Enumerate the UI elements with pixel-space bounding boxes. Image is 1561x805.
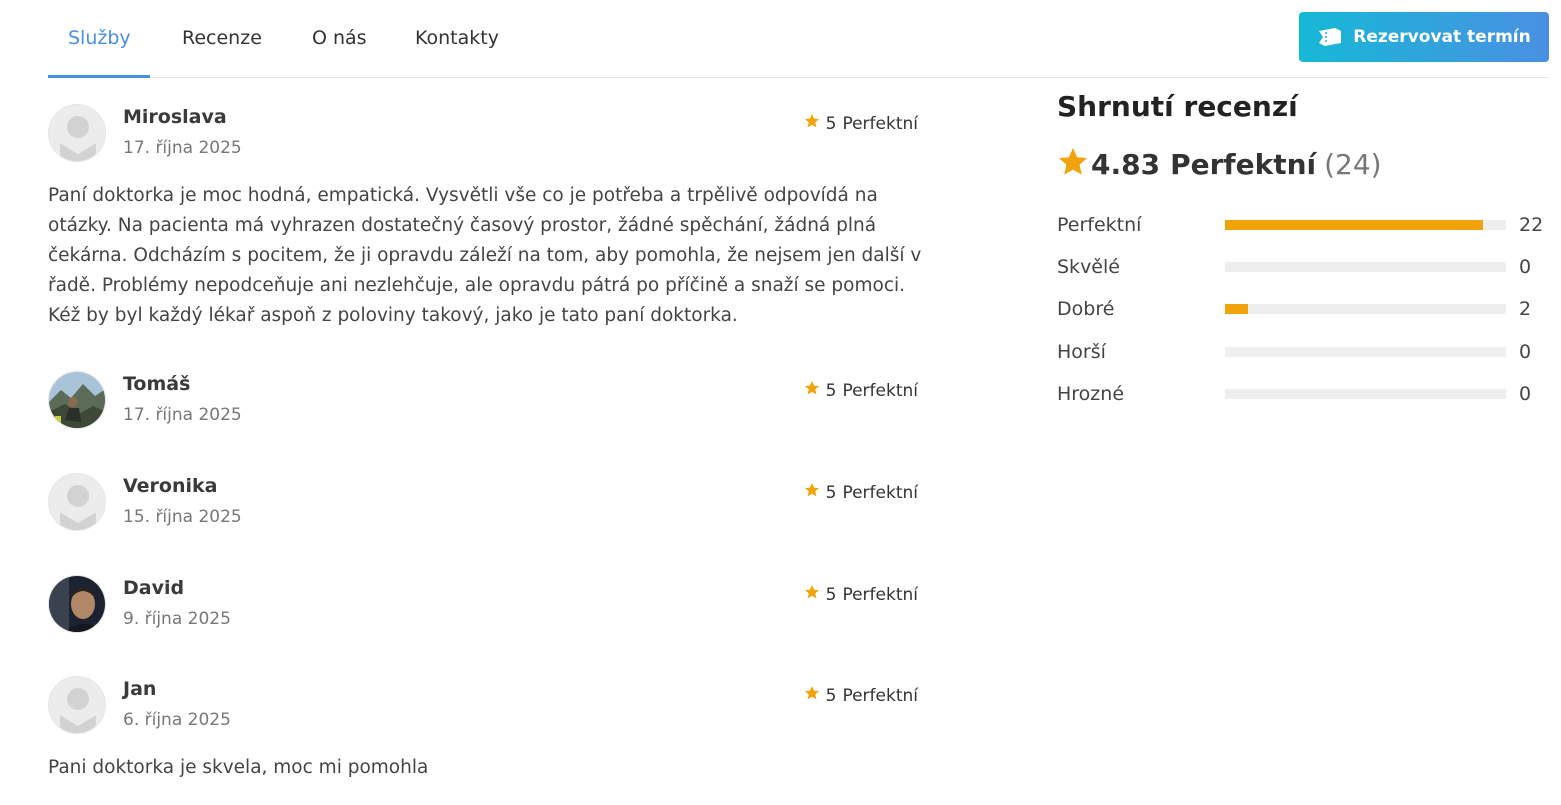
avatar-photo	[48, 371, 106, 429]
active-tab-indicator	[48, 75, 150, 78]
ticket-icon	[1317, 27, 1343, 47]
review-text: Pani doktorka je skvela, moc mi pomohla	[48, 757, 429, 778]
rating-label: Perfektní	[842, 482, 918, 503]
rating-label: Perfektní	[842, 685, 918, 706]
distribution-count: 22	[1519, 214, 1544, 236]
star-icon	[804, 685, 820, 706]
avatar-placeholder	[48, 473, 106, 531]
distribution-row: Hrozné 0	[1057, 379, 1552, 409]
avatar-photo	[48, 575, 106, 633]
review-date: 17. října 2025	[123, 405, 242, 425]
star-icon	[1057, 146, 1089, 182]
distribution-bar	[1225, 347, 1506, 357]
score-value: 4.83	[1091, 147, 1161, 181]
distribution-count: 0	[1519, 383, 1532, 405]
star-icon	[804, 380, 820, 401]
rating-value: 5	[825, 380, 837, 401]
rating-value: 5	[825, 584, 837, 605]
distribution-count: 2	[1519, 298, 1532, 320]
reviewer-name: Jan	[123, 678, 157, 700]
rating-label: Perfektní	[842, 380, 918, 401]
review-date: 9. října 2025	[123, 609, 231, 629]
rating-label: Perfektní	[842, 584, 918, 605]
summary-score: 4.83 Perfektní (24)	[1057, 146, 1382, 182]
reviewer-name: Tomáš	[123, 373, 191, 395]
score-label: Perfektní	[1170, 147, 1317, 181]
star-icon	[804, 482, 820, 503]
avatar-placeholder	[48, 104, 106, 162]
distribution-count: 0	[1519, 256, 1532, 278]
review-rating: 5 Perfektní	[804, 685, 918, 706]
review-date: 17. října 2025	[123, 138, 242, 158]
distribution-label: Dobré	[1057, 298, 1115, 320]
distribution-bar	[1225, 220, 1506, 230]
review-date: 15. října 2025	[123, 507, 242, 527]
distribution-bar	[1225, 304, 1506, 314]
distribution-bar	[1225, 262, 1506, 272]
review-item: Miroslava 17. října 2025 5 Perfektní Pan…	[48, 104, 928, 334]
review-item: Jan 6. října 2025 5 Perfektní Pani dokto…	[48, 676, 928, 786]
distribution-label: Perfektní	[1057, 214, 1142, 236]
tab-kontakty[interactable]: Kontakty	[415, 0, 499, 78]
review-text: Paní doktorka je moc hodná, empatická. V…	[48, 185, 922, 326]
review-rating: 5 Perfektní	[804, 584, 918, 605]
star-icon	[804, 113, 820, 134]
distribution-row: Skvělé 0	[1057, 252, 1552, 282]
star-icon	[804, 584, 820, 605]
rating-value: 5	[825, 113, 837, 134]
review-count: (24)	[1324, 147, 1382, 181]
reviews-page: Služby Recenze O nás Kontakty Rezervovat…	[0, 0, 1561, 805]
distribution-label: Skvělé	[1057, 256, 1120, 278]
tab-sluzby[interactable]: Služby	[68, 0, 131, 78]
review-summary: Shrnutí recenzí 4.83 Perfektní (24) Perf…	[1057, 90, 1552, 405]
distribution-row: Perfektní 22	[1057, 210, 1552, 240]
review-item: Tomáš 17. října 2025 5 Perfektní	[48, 371, 928, 431]
rating-label: Perfektní	[842, 113, 918, 134]
review-rating: 5 Perfektní	[804, 482, 918, 503]
avatar-placeholder	[48, 676, 106, 734]
distribution-count: 0	[1519, 341, 1532, 363]
distribution-row: Horší 0	[1057, 337, 1552, 367]
review-rating: 5 Perfektní	[804, 113, 918, 134]
rating-value: 5	[825, 685, 837, 706]
distribution-bar	[1225, 389, 1506, 399]
summary-title: Shrnutí recenzí	[1057, 90, 1298, 123]
distribution-label: Horší	[1057, 341, 1106, 363]
reviewer-name: David	[123, 577, 185, 599]
distribution-bar-fill	[1225, 304, 1249, 314]
review-date: 6. října 2025	[123, 710, 231, 730]
review-rating: 5 Perfektní	[804, 380, 918, 401]
tab-recenze[interactable]: Recenze	[182, 0, 262, 78]
distribution-label: Hrozné	[1057, 383, 1125, 405]
reviewer-name: Veronika	[123, 475, 218, 497]
review-item: Veronika 15. října 2025 5 Perfektní	[48, 473, 928, 533]
rating-value: 5	[825, 482, 837, 503]
book-appointment-button[interactable]: Rezervovat termín	[1299, 12, 1549, 62]
tab-o-nas[interactable]: O nás	[312, 0, 367, 78]
book-appointment-label: Rezervovat termín	[1353, 27, 1531, 47]
distribution-bar-fill	[1225, 220, 1483, 230]
review-item: David 9. října 2025 5 Perfektní	[48, 575, 928, 635]
reviewer-name: Miroslava	[123, 106, 227, 128]
distribution-row: Dobré 2	[1057, 294, 1552, 324]
